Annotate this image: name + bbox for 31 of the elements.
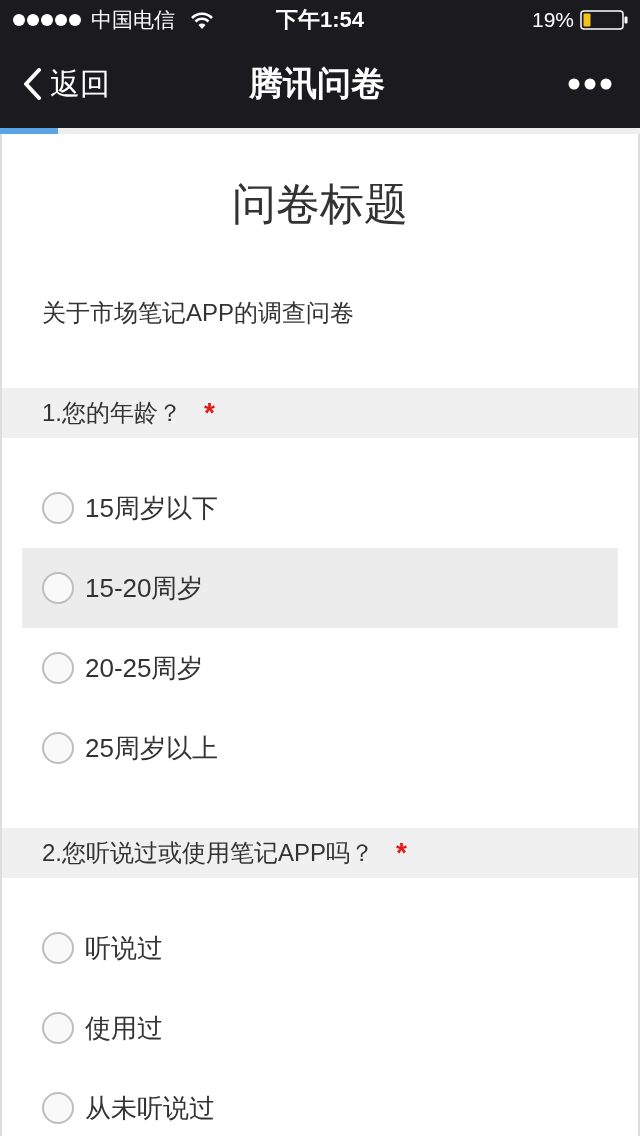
survey-title: 问卷标题 [231, 178, 409, 230]
radio-option[interactable]: 从未听说过 [42, 1090, 215, 1126]
status-time: 下午1:54 [275, 6, 364, 34]
radio-option[interactable]: 15周岁以下 [42, 490, 218, 526]
more-icon [568, 78, 612, 90]
radio-icon[interactable] [42, 932, 74, 964]
radio-icon[interactable] [42, 1092, 74, 1124]
radio-option[interactable]: 25周岁以上 [42, 730, 218, 766]
required-asterisk: * [396, 837, 407, 869]
survey-description: 关于市场笔记APP的调查问卷 [42, 298, 356, 328]
nav-title: 腾讯问卷 [249, 63, 385, 104]
carrier-name: 中国电信 [91, 7, 175, 33]
radio-option[interactable]: 听说过 [42, 930, 163, 966]
radio-icon[interactable] [42, 572, 74, 604]
wifi-icon [191, 11, 213, 29]
battery-icon [580, 10, 628, 30]
more-button[interactable] [568, 78, 612, 90]
radio-icon[interactable] [42, 492, 74, 524]
battery-percent: 19% [531, 8, 574, 32]
radio-icon[interactable] [42, 732, 74, 764]
question-text: 1.您的年龄？ [42, 398, 182, 428]
radio-icon[interactable] [42, 1012, 74, 1044]
radio-option[interactable]: 15-20周岁 [42, 570, 204, 606]
radio-option[interactable]: 使用过 [42, 1010, 163, 1046]
signal-icon [12, 13, 82, 27]
radio-icon[interactable] [42, 652, 74, 684]
back-button[interactable]: 返回 [22, 63, 110, 105]
question-text: 2.您听说过或使用笔记APP吗？ [42, 838, 375, 868]
radio-option[interactable]: 20-25周岁 [42, 650, 204, 686]
required-asterisk: * [204, 397, 215, 429]
chevron-left-icon [22, 68, 42, 100]
